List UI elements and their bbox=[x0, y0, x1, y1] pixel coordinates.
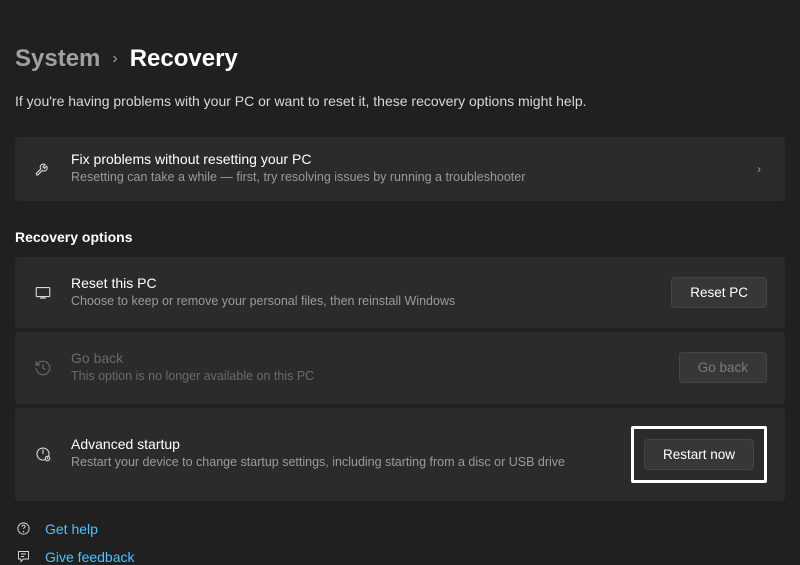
advanced-startup-card: Advanced startup Restart your device to … bbox=[15, 408, 785, 501]
go-back-button: Go back bbox=[679, 352, 767, 383]
give-feedback-label: Give feedback bbox=[45, 549, 135, 565]
help-icon bbox=[15, 521, 31, 536]
feedback-icon bbox=[15, 549, 31, 564]
troubleshoot-card[interactable]: Fix problems without resetting your PC R… bbox=[15, 137, 785, 201]
troubleshoot-content: Fix problems without resetting your PC R… bbox=[71, 151, 739, 187]
restart-now-highlight: Restart now bbox=[631, 426, 767, 483]
advanced-startup-subtitle: Restart your device to change startup se… bbox=[71, 454, 613, 472]
breadcrumb: System › Recovery bbox=[15, 45, 785, 73]
intro-text: If you're having problems with your PC o… bbox=[15, 93, 785, 109]
get-help-link[interactable]: Get help bbox=[15, 521, 785, 537]
go-back-subtitle: This option is no longer available on th… bbox=[71, 368, 661, 386]
reset-pc-subtitle: Choose to keep or remove your personal f… bbox=[71, 293, 653, 311]
reset-pc-button[interactable]: Reset PC bbox=[671, 277, 767, 308]
footer-links: Get help Give feedback bbox=[15, 521, 785, 565]
wrench-icon bbox=[33, 159, 53, 179]
go-back-title: Go back bbox=[71, 350, 661, 366]
chevron-right-icon: › bbox=[757, 162, 761, 176]
get-help-label: Get help bbox=[45, 521, 98, 537]
breadcrumb-parent[interactable]: System bbox=[15, 45, 100, 73]
reset-pc-content: Reset this PC Choose to keep or remove y… bbox=[71, 275, 653, 311]
reset-pc-card: Reset this PC Choose to keep or remove y… bbox=[15, 257, 785, 329]
troubleshoot-subtitle: Resetting can take a while — first, try … bbox=[71, 169, 739, 187]
go-back-card: Go back This option is no longer availab… bbox=[15, 332, 785, 404]
advanced-startup-title: Advanced startup bbox=[71, 436, 613, 452]
troubleshoot-title: Fix problems without resetting your PC bbox=[71, 151, 739, 167]
chevron-right-icon: › bbox=[112, 50, 117, 68]
reset-pc-title: Reset this PC bbox=[71, 275, 653, 291]
power-settings-icon bbox=[33, 444, 53, 464]
restart-now-button[interactable]: Restart now bbox=[644, 439, 754, 470]
reset-pc-icon bbox=[33, 282, 53, 302]
advanced-startup-content: Advanced startup Restart your device to … bbox=[71, 436, 613, 472]
breadcrumb-current: Recovery bbox=[130, 45, 238, 73]
go-back-content: Go back This option is no longer availab… bbox=[71, 350, 661, 386]
give-feedback-link[interactable]: Give feedback bbox=[15, 549, 785, 565]
recovery-options-header: Recovery options bbox=[15, 229, 785, 245]
history-icon bbox=[33, 358, 53, 378]
